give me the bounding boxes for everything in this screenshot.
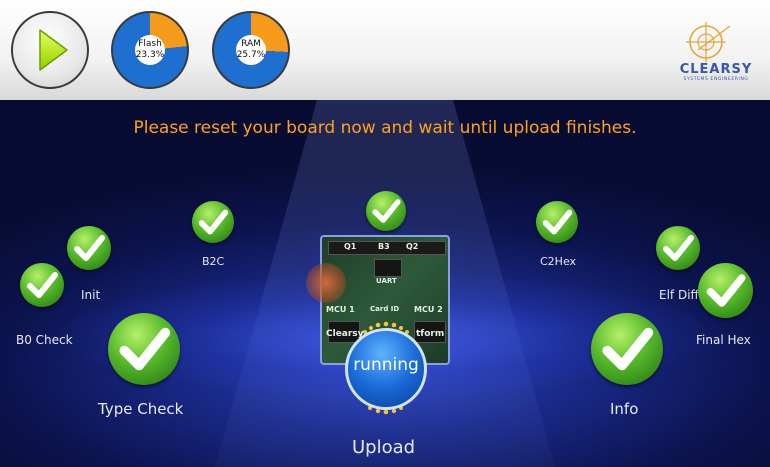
step-label-info: Info xyxy=(610,400,639,418)
status-message: Please reset your board now and wait unt… xyxy=(133,118,637,138)
running-button[interactable]: running xyxy=(345,328,427,410)
upload-stage: Please reset your board now and wait unt… xyxy=(0,100,770,467)
step-label-elf-diff: Elf Diff xyxy=(659,288,699,302)
flash-label: Flash xyxy=(138,39,162,49)
toolbar: Flash 23.3% RAM 25.7% CLEARSY SYSTEMS EN… xyxy=(0,0,770,101)
play-button[interactable] xyxy=(11,11,89,89)
step-label-init: Init xyxy=(81,288,101,302)
step-label-type-check: Type Check xyxy=(98,400,184,418)
crosshair-logo-icon xyxy=(686,22,731,62)
ram-value: 25.7% xyxy=(236,50,266,60)
board-label-q1: Q1 xyxy=(344,242,357,251)
init-success-icon xyxy=(67,226,111,270)
c2hex-success-icon xyxy=(536,201,578,243)
b2c-success-icon xyxy=(192,201,234,243)
board-label-mcu2: MCU 2 xyxy=(414,305,443,314)
step-label-c2hex: C2Hex xyxy=(540,255,577,268)
step-label-b0-check: B0 Check xyxy=(16,333,73,347)
ram-label: RAM xyxy=(241,39,261,49)
logo-subtitle: SYSTEMS ENGINEERING xyxy=(683,77,749,82)
info-success-icon xyxy=(591,313,663,385)
board-label-platform: tform xyxy=(416,329,445,339)
board-label-card-id: Card ID xyxy=(370,305,400,313)
board-label-b3: B3 xyxy=(378,242,390,251)
step-label-upload: Upload xyxy=(352,437,416,458)
board-label-q2: Q2 xyxy=(406,242,419,251)
type-check-success-icon xyxy=(108,313,180,385)
b0-check-success-icon xyxy=(20,263,64,307)
play-icon xyxy=(39,29,68,71)
step-label-b2c: B2C xyxy=(202,255,225,268)
flash-value: 23.3% xyxy=(135,50,165,60)
board-label-mcu1: MCU 1 xyxy=(326,305,355,314)
logo-name: CLEARSY xyxy=(679,62,753,77)
elf-diff-success-icon xyxy=(656,226,700,270)
clearsy-logo: CLEARSY SYSTEMS ENGINEERING xyxy=(668,18,764,84)
step-label-final-hex: Final Hex xyxy=(696,333,751,347)
final-hex-success-icon xyxy=(698,263,753,318)
b3-success-icon xyxy=(366,191,406,231)
running-label: running xyxy=(353,355,419,375)
flash-usage-gauge: Flash 23.3% xyxy=(111,11,189,89)
board-label-uart: UART xyxy=(376,277,397,285)
ram-usage-gauge: RAM 25.7% xyxy=(212,11,290,89)
board-led-glow xyxy=(306,263,346,303)
